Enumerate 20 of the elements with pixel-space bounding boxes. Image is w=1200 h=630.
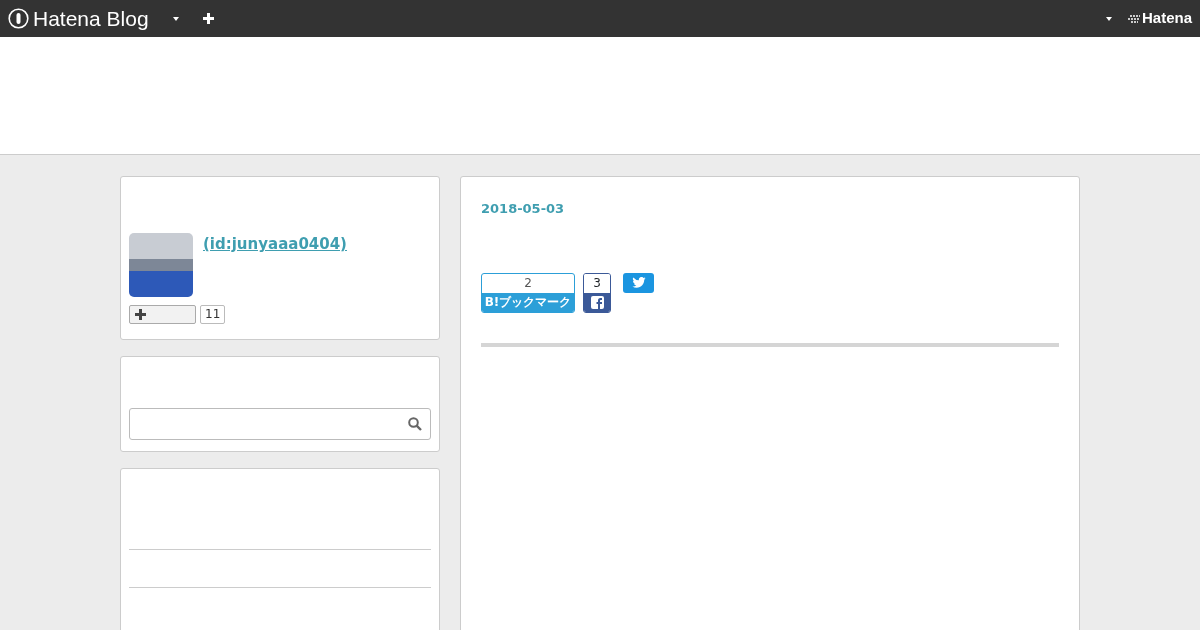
bird-icon — [631, 277, 646, 288]
caret-icon[interactable] — [1105, 16, 1112, 21]
bookmark-label: B!ブックマーク — [482, 292, 574, 312]
hatena-mark-icon — [1127, 13, 1142, 24]
plus-icon — [135, 309, 146, 320]
logo-mark-icon — [8, 8, 29, 29]
search-field[interactable] — [129, 408, 431, 440]
tweet-button[interactable] — [623, 272, 654, 293]
subscribe-button[interactable] — [129, 305, 196, 324]
search-icon — [408, 417, 422, 431]
photo-placeholder — [129, 233, 193, 297]
facebook-button[interactable]: 3 — [583, 272, 611, 313]
caret-icon[interactable] — [172, 16, 179, 21]
facebook-icon — [590, 295, 604, 309]
hatena-logo[interactable]: Hatena — [1141, 7, 1192, 30]
plus-icon[interactable] — [202, 13, 214, 24]
subscriber-count: 11 — [200, 305, 226, 324]
bookmark-button[interactable]: 2 B!ブックマーク — [481, 272, 575, 313]
blog-logo[interactable]: Hatena Blog — [33, 2, 149, 35]
bookmark-count: 2 — [523, 274, 533, 292]
